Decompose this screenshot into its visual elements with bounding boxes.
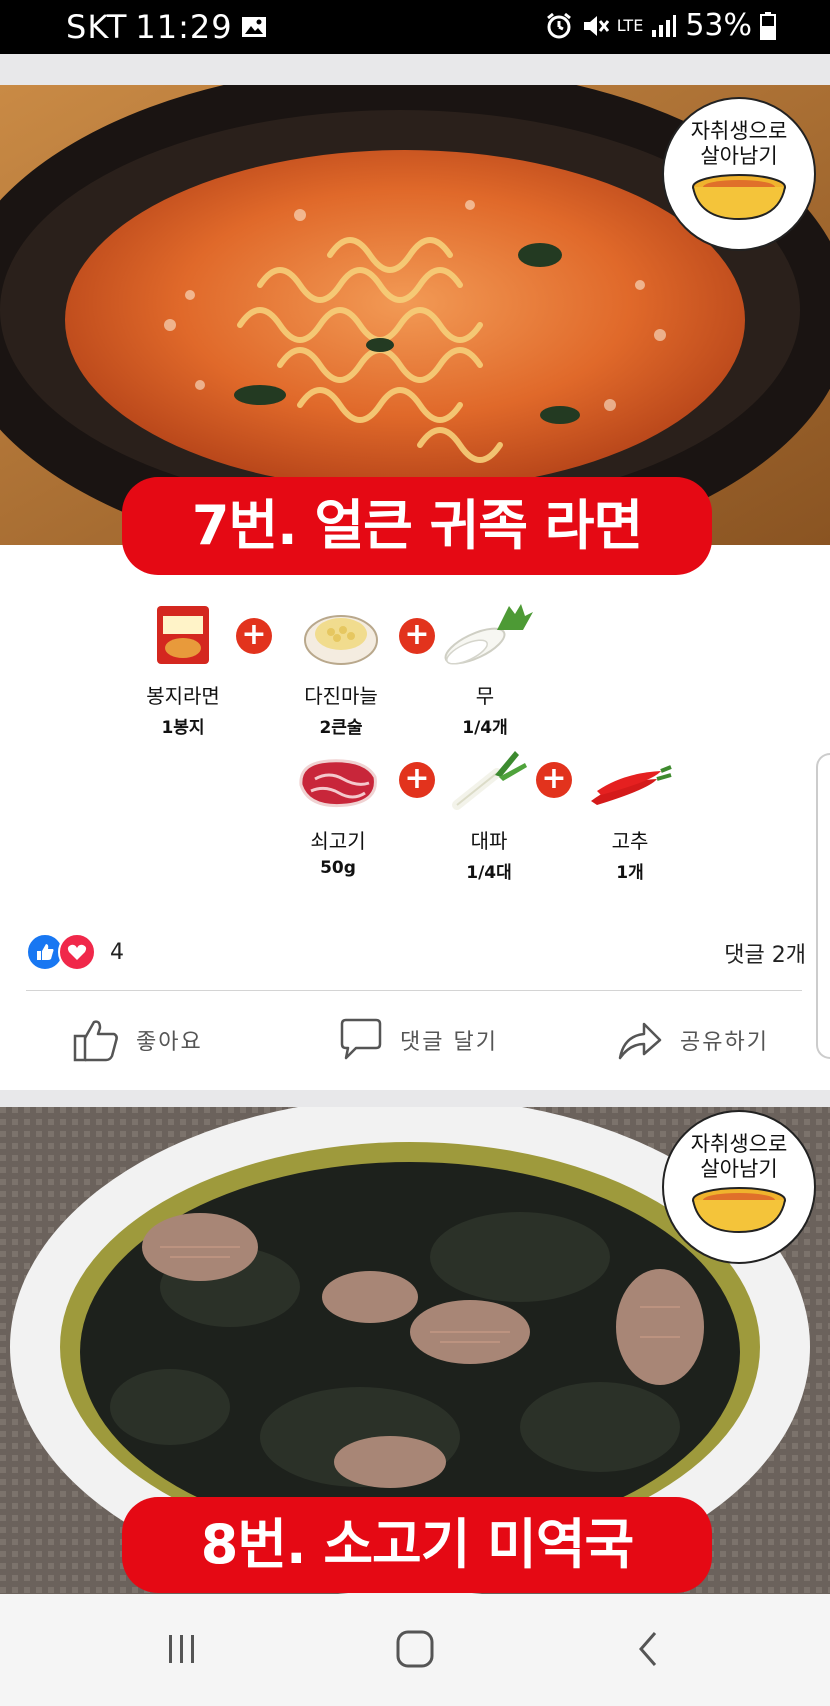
ramen-pack-icon (157, 606, 209, 664)
garlic-icon (304, 615, 378, 665)
alarm-icon (545, 12, 573, 40)
back-icon (639, 1632, 657, 1666)
radish-icon (444, 604, 533, 665)
clock: 11:29 (135, 8, 233, 46)
ingredient-item: 대파 1/4대 (424, 745, 554, 883)
post-title-banner: 7번. 얼큰 귀족 라면 (122, 477, 712, 575)
channel-badge: 자취생으로 살아남기 (662, 97, 816, 251)
beef-icon (299, 759, 377, 808)
share-arrow-icon (618, 1022, 662, 1060)
reaction-count: 4 (110, 939, 124, 965)
image-icon (241, 15, 267, 39)
badge-line1: 자취생으로 (690, 1132, 788, 1156)
thumbs-up-icon (73, 1020, 118, 1062)
status-bar: SKT 11:29 LTE 53% (0, 0, 830, 54)
home-icon (396, 1630, 434, 1668)
ingredient-item: 봉지라면 1봉지 (118, 600, 248, 738)
like-label: 좋아요 (136, 1030, 203, 1055)
ingredient-item: 무 1/4개 (420, 600, 550, 738)
channel-badge: 자취생으로 살아남기 (662, 1110, 816, 1264)
love-reaction-icon (58, 933, 96, 971)
carrier-label: SKT (66, 8, 128, 46)
battery-icon (760, 11, 776, 40)
ingredient-item: 고추 1개 (565, 745, 695, 883)
ingredient-item: 쇠고기 50g (273, 745, 403, 878)
plus-icon: + (236, 618, 272, 654)
mute-icon (581, 12, 609, 40)
recent-apps-button[interactable] (152, 1624, 212, 1674)
network-label: LTE (616, 15, 644, 35)
bowl-icon (692, 174, 786, 221)
badge-line2: 살아남기 (700, 144, 778, 168)
scroll-indicator (816, 753, 830, 1059)
home-button[interactable] (385, 1624, 445, 1674)
badge-line2: 살아남기 (700, 1157, 778, 1181)
bowl-icon (692, 1187, 786, 1234)
comment-label: 댓글 달기 (400, 1030, 498, 1055)
feed-gap (0, 54, 830, 85)
badge-line1: 자취생으로 (690, 119, 788, 143)
feed-gap (0, 1090, 830, 1107)
green-onion-icon (452, 751, 527, 810)
signal-icon (651, 14, 677, 38)
share-button[interactable]: 공유하기 (616, 1016, 769, 1064)
post-title-banner: 8번. 소고기 미역국 (122, 1497, 712, 1593)
comment-count-link[interactable]: 댓글 2개 (724, 937, 806, 969)
share-label: 공유하기 (680, 1030, 769, 1055)
reaction-summary[interactable]: 4 (26, 933, 124, 971)
chili-icon (591, 765, 672, 805)
like-button[interactable]: 좋아요 (72, 1016, 203, 1064)
divider (26, 990, 802, 991)
ingredient-item: 다진마늘 2큰술 (276, 600, 406, 738)
recent-apps-icon (169, 1635, 194, 1663)
comment-button[interactable]: 댓글 달기 (336, 1016, 498, 1064)
battery-label: 53% (685, 8, 752, 43)
comment-bubble-icon (340, 1018, 382, 1060)
navigation-bar (0, 1594, 830, 1706)
back-button[interactable] (618, 1624, 678, 1674)
